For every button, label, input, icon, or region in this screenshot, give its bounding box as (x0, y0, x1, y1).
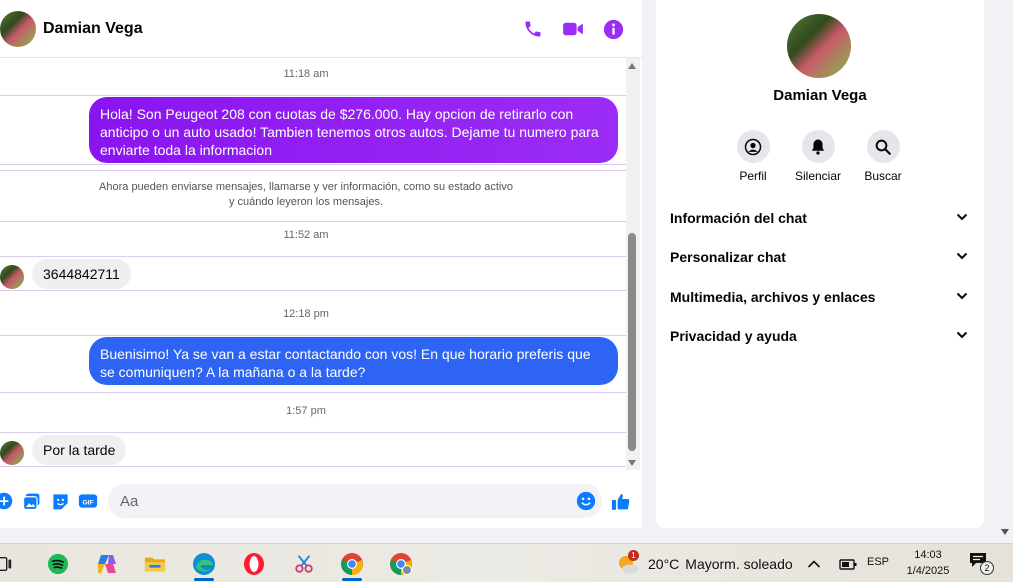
timestamp: 1:57 pm (286, 405, 326, 417)
phone-call-icon[interactable] (521, 17, 545, 41)
chevron-down-icon (956, 331, 968, 339)
section-title: Privacidad y ayuda (670, 328, 797, 344)
divider (0, 95, 626, 96)
search-label: Buscar (864, 169, 902, 183)
sticker-icon[interactable] (50, 491, 70, 511)
weather-badge: 1 (628, 550, 639, 561)
weather-temperature: 20°C (648, 556, 680, 572)
network-icon[interactable] (836, 547, 860, 581)
chevron-down-icon (956, 213, 968, 221)
contact-avatar[interactable] (0, 11, 36, 47)
file-explorer-icon[interactable] (135, 547, 175, 581)
chrome-browser-icon[interactable] (332, 547, 372, 581)
spotify-icon[interactable] (38, 547, 78, 581)
snipping-tool-icon[interactable] (284, 547, 324, 581)
plus-icon[interactable] (0, 491, 14, 511)
section-chat-info[interactable]: Información del chat (664, 201, 976, 235)
section-title: Información del chat (670, 210, 807, 226)
windows-taskbar: 1 20°C Mayorm. soleado ESP 14:03 1/4/202… (0, 543, 1013, 582)
video-call-icon[interactable] (561, 17, 585, 41)
gif-icon[interactable]: GIF (78, 491, 98, 511)
edge-browser-icon[interactable] (184, 547, 224, 581)
divider (0, 335, 626, 336)
person-circle-icon (736, 130, 770, 163)
outgoing-message[interactable]: Hola! Son Peugeot 208 con cuotas de $276… (89, 97, 618, 163)
profile-button[interactable]: Perfil (721, 130, 785, 183)
notification-center[interactable]: 2 (968, 551, 996, 577)
opera-browser-icon[interactable] (234, 547, 274, 581)
sender-avatar[interactable] (0, 265, 24, 289)
thumbs-up-icon[interactable] (611, 491, 631, 511)
chevron-down-icon (956, 252, 968, 260)
clock-date: 1/4/2025 (906, 565, 950, 577)
copilot-icon[interactable] (87, 547, 127, 581)
mute-label: Silenciar (794, 169, 842, 183)
divider (0, 290, 626, 291)
section-title: Personalizar chat (670, 249, 786, 265)
conversation-info-panel: Damian Vega Perfil Silenciar Buscar Info… (656, 0, 984, 528)
chat-header: Damian Vega (0, 0, 642, 58)
scroll-up-arrow-icon[interactable] (628, 63, 636, 69)
info-icon[interactable] (601, 17, 625, 41)
section-media-files-links[interactable]: Multimedia, archivos y enlaces (664, 280, 976, 314)
message-list[interactable]: 11:18 am Hola! Son Peugeot 208 con cuota… (0, 58, 626, 470)
clock-time: 14:03 (914, 549, 942, 561)
weather-widget[interactable]: 1 20°C Mayorm. soleado (616, 550, 793, 576)
encryption-notice: Ahora pueden enviarse mensajes, llamarse… (0, 180, 612, 210)
timestamp: 11:18 am (283, 68, 329, 80)
page-scroll-down-arrow-icon[interactable] (1001, 529, 1009, 535)
composer-bar: GIF (0, 478, 642, 526)
notice-line: y cuándo leyeron los mensajes. (228, 196, 384, 208)
profile-name: Damian Vega (773, 87, 867, 104)
profile-label: Perfil (739, 169, 767, 183)
chevron-up-icon[interactable] (804, 547, 824, 581)
timestamp: 12:18 pm (283, 308, 329, 320)
chevron-down-icon (956, 292, 968, 300)
divider (0, 170, 626, 171)
message-input[interactable] (108, 484, 602, 518)
scroll-down-arrow-icon[interactable] (628, 460, 636, 466)
divider (0, 221, 626, 222)
divider (0, 392, 626, 393)
task-view-icon[interactable] (0, 547, 24, 581)
scroll-thumb[interactable] (628, 233, 636, 451)
gif-label: GIF (82, 499, 93, 506)
chat-panel: Damian Vega 11:18 am Hola! Son Peugeot 2… (0, 0, 642, 528)
weather-description: Mayorm. soleado (685, 556, 793, 572)
emoji-icon[interactable] (576, 491, 596, 511)
section-title: Multimedia, archivos y enlaces (670, 289, 876, 305)
divider (0, 256, 626, 257)
divider (0, 432, 626, 433)
contact-name[interactable]: Damian Vega (43, 20, 143, 38)
message-scrollbar[interactable] (626, 58, 640, 470)
search-button[interactable]: Buscar (851, 130, 915, 183)
mute-button[interactable]: Silenciar (786, 130, 850, 183)
notification-count: 2 (980, 561, 994, 575)
notice-line: Ahora pueden enviarse mensajes, llamarse… (99, 181, 513, 193)
incoming-message[interactable]: 3644842711 (32, 259, 131, 289)
divider (0, 466, 626, 467)
photo-icon[interactable] (21, 491, 41, 511)
input-language[interactable]: ESP (867, 556, 889, 568)
divider (0, 164, 626, 165)
section-privacy-help[interactable]: Privacidad y ayuda (664, 319, 976, 353)
incoming-message[interactable]: Por la tarde (32, 435, 127, 465)
outgoing-message[interactable]: Buenisimo! Ya se van a estar contactando… (89, 337, 618, 385)
section-customize-chat[interactable]: Personalizar chat (664, 240, 976, 274)
timestamp: 11:52 am (283, 229, 329, 241)
sender-avatar[interactable] (0, 441, 24, 465)
search-icon (866, 130, 900, 163)
bell-icon (801, 130, 835, 163)
system-clock[interactable]: 14:03 1/4/2025 (902, 547, 954, 579)
profile-picture[interactable] (787, 14, 851, 78)
chrome-profile-icon[interactable] (381, 547, 421, 581)
